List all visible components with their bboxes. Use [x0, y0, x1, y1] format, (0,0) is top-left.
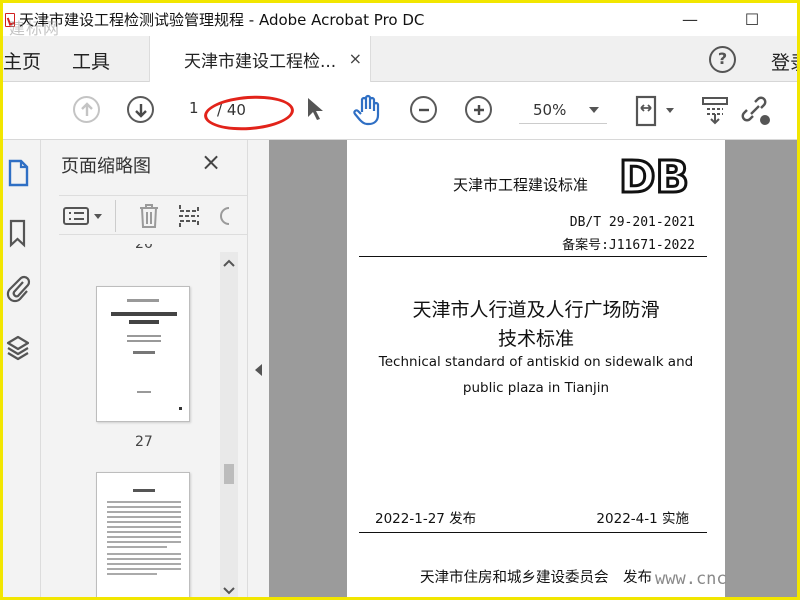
toolbar: 1 / 40 50%: [3, 82, 797, 140]
previous-page-button[interactable]: [73, 96, 100, 123]
help-icon[interactable]: ?: [709, 46, 736, 73]
close-panel-icon[interactable]: ×: [201, 148, 221, 176]
fit-page-icon[interactable]: [633, 94, 677, 128]
scrollbar-thumb[interactable]: [224, 464, 234, 484]
trash-icon[interactable]: [137, 202, 161, 230]
footer-rule: [359, 532, 707, 533]
collapse-panel-icon[interactable]: [255, 364, 262, 376]
panel-title: 页面缩略图: [61, 156, 151, 177]
navigation-rail: [3, 140, 41, 597]
plus-icon: [473, 104, 484, 115]
app-window: 天津市建设工程检测试验管理规程 - Adobe Acrobat Pro DC —…: [0, 0, 800, 600]
title-bar: 天津市建设工程检测试验管理规程 - Adobe Acrobat Pro DC —…: [3, 3, 797, 36]
tab-bar: 主页 工具 天津市建设工程检... × ? 登录: [3, 36, 797, 83]
chevron-up-icon[interactable]: [223, 258, 235, 268]
options-menu-icon[interactable]: [63, 205, 105, 227]
scroll-mode-icon[interactable]: [701, 96, 729, 126]
layers-icon[interactable]: [5, 333, 31, 363]
arrow-up-icon: [80, 101, 93, 116]
zoom-level-select[interactable]: 50%: [519, 98, 607, 124]
extract-pages-icon[interactable]: [177, 202, 201, 230]
attachment-icon[interactable]: [5, 273, 31, 303]
thumbnails-panel: 页面缩略图 × 26 27: [41, 140, 249, 597]
thumbnail-preview: [111, 299, 182, 410]
window-title: 天津市建设工程检测试验管理规程 - Adobe Acrobat Pro DC: [19, 11, 425, 29]
thumbnail-page[interactable]: [96, 286, 190, 422]
panel-toolbar: [59, 195, 249, 235]
thumbnail-page-number: 26: [135, 244, 153, 252]
standard-category: 天津市工程建设标准: [453, 176, 589, 194]
document-tab-label: 天津市建设工程检...: [184, 52, 337, 72]
standard-code: DB/T 29-201-2021: [569, 215, 695, 230]
document-title-line-1: 天津市人行道及人行广场防滑: [412, 299, 660, 321]
nav-tools-tab[interactable]: 工具: [72, 47, 110, 74]
close-tab-icon[interactable]: ×: [349, 49, 362, 68]
next-page-button[interactable]: [127, 96, 154, 123]
document-tab[interactable]: 天津市建设工程检... ×: [149, 36, 371, 83]
page-thumbnails-icon[interactable]: [5, 158, 31, 188]
svg-text:DB: DB: [619, 154, 689, 198]
select-cursor-icon[interactable]: [305, 96, 323, 122]
db-logo: DB: [619, 154, 691, 198]
record-number: 备案号:J11671-2022: [562, 238, 695, 253]
chevron-down-icon: [589, 107, 599, 113]
minus-icon: [418, 108, 429, 111]
zoom-out-button[interactable]: [410, 96, 437, 123]
chevron-down-icon[interactable]: [223, 586, 235, 596]
hand-tool-icon[interactable]: [353, 94, 383, 126]
zoom-in-button[interactable]: [465, 96, 492, 123]
arrow-down-icon: [134, 103, 147, 118]
english-title-line-1: Technical standard of antiskid on sidewa…: [378, 354, 694, 370]
toolbar-divider: [115, 200, 116, 232]
document-view: 天津市工程建设标准 DB DB/T 29-201-2021 备案号:J11671…: [269, 140, 797, 597]
issue-date: 2022-1-27 发布: [375, 511, 477, 527]
login-button[interactable]: 登录: [771, 48, 797, 75]
header-rule: [359, 256, 707, 257]
minimize-button[interactable]: —: [667, 3, 713, 36]
zoom-level-value: 50%: [533, 101, 567, 119]
implementation-date: 2022-4-1 实施: [596, 511, 689, 527]
share-link-icon[interactable]: [739, 94, 773, 126]
thumbnail-scrollbar[interactable]: [220, 252, 238, 597]
panel-splitter[interactable]: [247, 140, 269, 597]
nav-home-tab[interactable]: 主页: [3, 47, 41, 74]
english-title-line-2: public plaza in Tianjin: [462, 380, 610, 396]
rotate-icon[interactable]: [217, 202, 231, 230]
maximize-button[interactable]: ☐: [729, 3, 775, 36]
thumbnail-list: 26 27: [41, 244, 219, 597]
thumbnail-page[interactable]: [96, 472, 190, 597]
bookmark-icon[interactable]: [5, 218, 31, 248]
thumbnail-page-number: 27: [135, 434, 153, 450]
document-title-line-2: 技术标准: [497, 328, 574, 350]
watermark-bottom-right: www.cnc: [655, 569, 727, 589]
thumbnail-preview: [107, 489, 181, 575]
pdf-page: 天津市工程建设标准 DB DB/T 29-201-2021 备案号:J11671…: [347, 140, 725, 597]
